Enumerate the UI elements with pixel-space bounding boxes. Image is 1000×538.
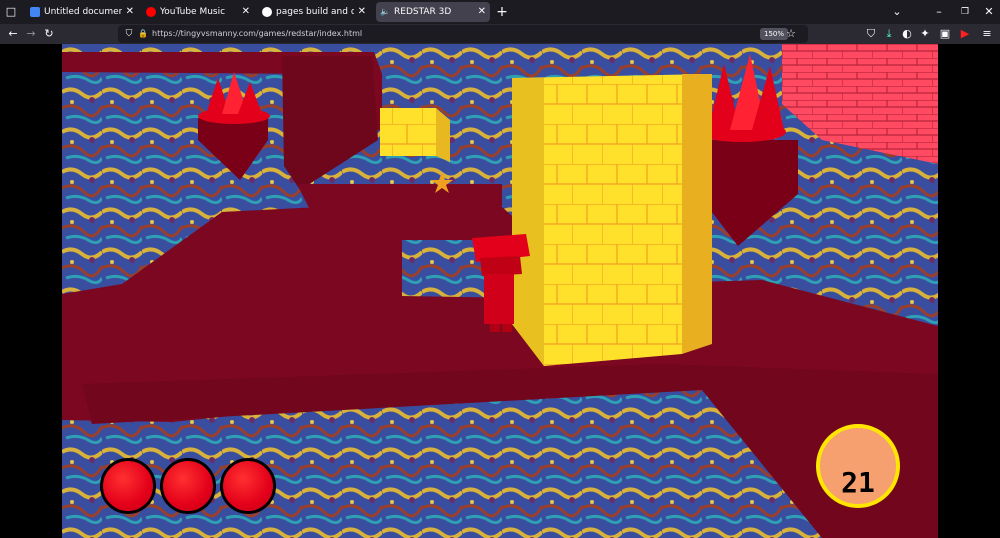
close-tab-icon[interactable]: ✕ bbox=[126, 2, 134, 22]
url-text[interactable]: https://tingyvsmanny.com/games/redstar/i… bbox=[152, 25, 362, 43]
close-tab-icon[interactable]: ✕ bbox=[358, 2, 366, 22]
tab-youtube-music[interactable]: YouTube Music ✕ bbox=[142, 2, 254, 22]
speaker-icon: 🔈 bbox=[380, 7, 390, 16]
game-canvas[interactable]: 21 bbox=[62, 44, 938, 538]
github-icon bbox=[262, 7, 272, 17]
close-tab-icon[interactable]: ✕ bbox=[478, 2, 486, 22]
tab-overview-icon[interactable]: □ bbox=[2, 2, 20, 22]
google-docs-icon bbox=[30, 7, 40, 17]
life-orb bbox=[100, 458, 156, 514]
nav-bar: ← → ↻ ⛉ 🔒 https://tingyvsmanny.com/games… bbox=[0, 24, 1000, 44]
pocket-icon[interactable]: ⛉ bbox=[864, 24, 878, 44]
url-bar[interactable]: ⛉ 🔒 https://tingyvsmanny.com/games/redst… bbox=[118, 25, 808, 43]
extension-icon-2[interactable]: ▣ bbox=[938, 24, 952, 44]
tab-bar: □ Untitled document - Google Do ✕ YouTub… bbox=[0, 0, 1000, 24]
extension-icon[interactable]: ◐ bbox=[900, 24, 914, 44]
close-window-icon[interactable]: ✕ bbox=[982, 2, 996, 22]
youtube-extension-icon[interactable]: ▶ bbox=[958, 24, 972, 44]
close-tab-icon[interactable]: ✕ bbox=[242, 2, 250, 22]
tab-title: pages build and deployment · t bbox=[276, 7, 354, 17]
life-orb bbox=[160, 458, 216, 514]
forward-icon[interactable]: → bbox=[24, 24, 38, 44]
restore-icon[interactable]: ❐ bbox=[958, 2, 972, 22]
tab-title: YouTube Music bbox=[160, 7, 226, 17]
extensions-icon[interactable]: ✦ bbox=[918, 24, 932, 44]
youtube-music-icon bbox=[146, 7, 156, 17]
menu-icon[interactable]: ≡ bbox=[980, 24, 994, 44]
tab-title: REDSTAR 3D bbox=[394, 7, 452, 17]
bookmark-star-icon[interactable]: ☆ bbox=[784, 25, 798, 43]
list-all-tabs-icon[interactable]: ⌄ bbox=[890, 2, 904, 22]
lock-icon[interactable]: 🔒 bbox=[136, 25, 150, 43]
downloads-icon[interactable]: ⤓ bbox=[882, 24, 896, 44]
reload-icon[interactable]: ↻ bbox=[42, 24, 56, 44]
tracking-protection-icon[interactable]: ⛉ bbox=[122, 25, 136, 43]
new-tab-icon[interactable]: + bbox=[494, 2, 510, 22]
life-orb bbox=[220, 458, 276, 514]
minimize-icon[interactable]: – bbox=[932, 2, 946, 22]
tab-redstar[interactable]: 🔈 REDSTAR 3D ✕ bbox=[376, 2, 490, 22]
score-value: 21 bbox=[841, 466, 875, 499]
tab-title: Untitled document - Google Do bbox=[44, 7, 122, 17]
score-badge: 21 bbox=[816, 424, 900, 508]
tab-google-docs[interactable]: Untitled document - Google Do ✕ bbox=[26, 2, 138, 22]
back-icon[interactable]: ← bbox=[6, 24, 20, 44]
tab-pages-build[interactable]: pages build and deployment · t ✕ bbox=[258, 2, 370, 22]
